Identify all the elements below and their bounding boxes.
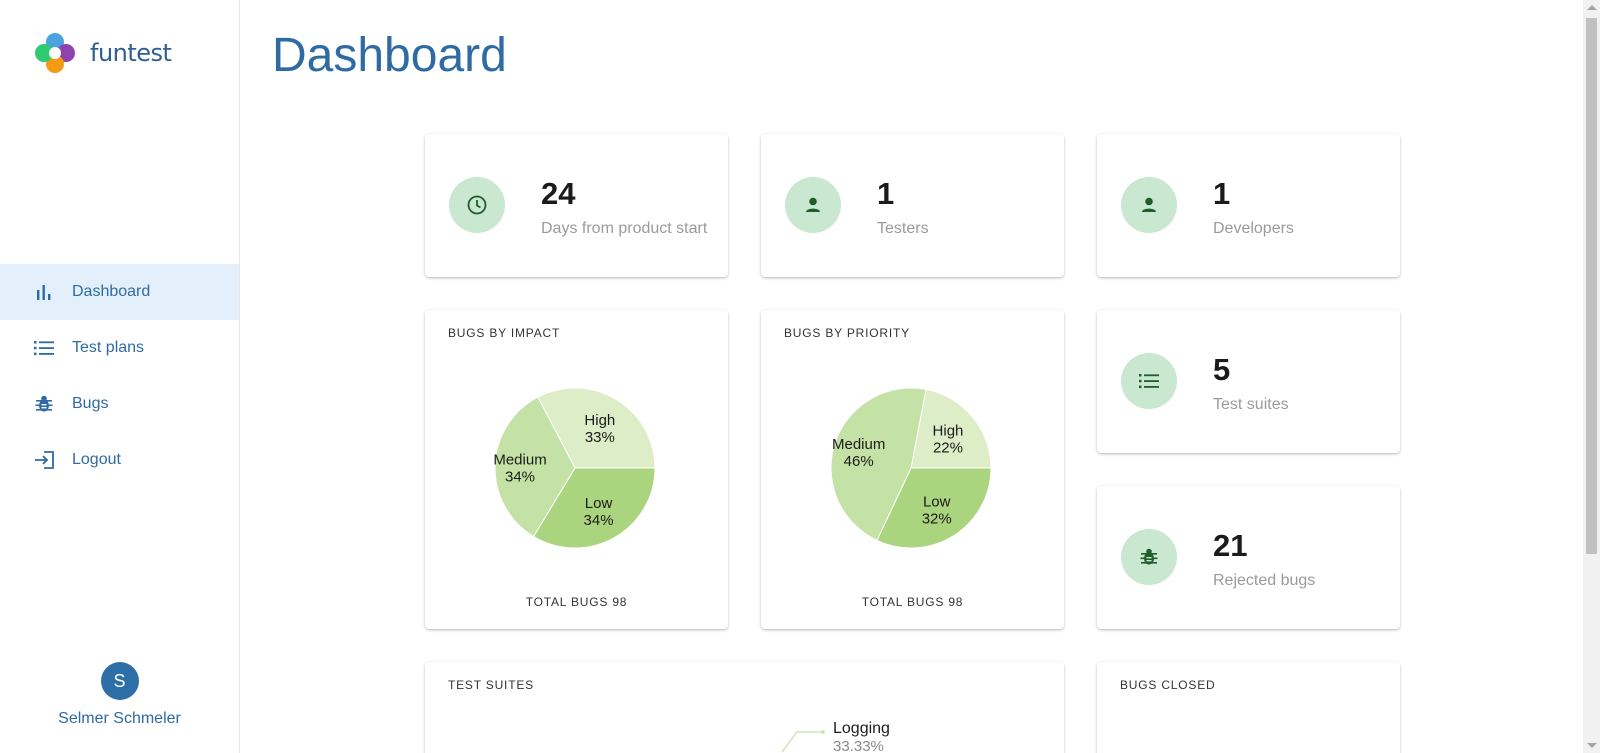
sidebar-item-label: Dashboard — [72, 283, 151, 300]
stat-card-testers: 1 Testers — [761, 134, 1064, 277]
stat-label: Rejected bugs — [1213, 572, 1316, 589]
sidebar-item-dashboard[interactable]: Dashboard — [0, 264, 239, 320]
bugs-closed-card: BUGS CLOSED — [1097, 662, 1400, 753]
card-title: BUGS CLOSED — [1120, 678, 1216, 692]
avatar[interactable]: S — [100, 662, 139, 700]
pie-label-medium: Medium — [493, 451, 546, 468]
user-profile[interactable]: S Selmer Schmeler — [0, 662, 239, 728]
sidebar-item-label: Bugs — [72, 395, 109, 412]
bar-chart-icon — [34, 282, 54, 302]
bug-icon — [1121, 529, 1177, 585]
callout-line — [781, 731, 823, 753]
stat-value: 1 — [877, 176, 895, 211]
scroll-down-arrow-icon[interactable] — [1587, 743, 1597, 748]
total-bugs: TOTAL BUGS 98 — [525, 595, 628, 609]
list-icon — [1121, 353, 1177, 409]
pie-value-medium: 46% — [844, 453, 874, 470]
sidebar: funtest Dashboard Test plans Bugs Logout — [0, 0, 240, 753]
sidebar-item-logout[interactable]: Logout — [0, 432, 239, 488]
bugs-by-impact-card: BUGS BY IMPACT High 33% Low 34% Medium 34% TO… — [425, 310, 728, 629]
page-title: Dashboard — [272, 29, 507, 82]
stat-label: Days from product start — [541, 220, 708, 237]
stat-card-test-suites: 5 Test suites — [1097, 310, 1400, 453]
scroll-up-arrow-icon[interactable] — [1587, 5, 1597, 10]
list-icon — [34, 338, 54, 358]
sidebar-item-label: Test plans — [72, 339, 145, 356]
pie-value-low: 32% — [922, 511, 952, 528]
card-title: BUGS BY PRIORITY — [784, 326, 910, 340]
stat-label: Developers — [1213, 220, 1294, 237]
scroll-thumb[interactable] — [1586, 18, 1597, 554]
person-icon — [1121, 177, 1177, 233]
callout-value: 33.33% — [833, 738, 884, 753]
pie-label-high: High — [584, 412, 615, 429]
card-title: BUGS BY IMPACT — [448, 326, 561, 340]
bugs-by-impact-chart: High33%Low34%Medium34% — [493, 387, 656, 549]
person-icon — [785, 177, 841, 233]
stat-value: 1 — [1213, 176, 1231, 211]
logo[interactable]: funtest — [32, 30, 172, 76]
sidebar-item-test-plans[interactable]: Test plans — [0, 320, 239, 376]
stat-card-developers: 1 Developers — [1097, 134, 1400, 277]
stat-label: Testers — [877, 220, 929, 237]
bugs-by-priority-card: BUGS BY PRIORITY High 22% Low 32% Medium 46% … — [761, 310, 1064, 629]
callout-dot — [821, 730, 825, 734]
pie-label-low: Low — [585, 495, 613, 512]
user-name: Selmer Schmeler — [58, 710, 181, 727]
logo-text: funtest — [90, 39, 172, 67]
scrollbar[interactable] — [1583, 0, 1600, 753]
bugs-by-priority-chart: High22% Low32% Medium46% — [830, 387, 992, 549]
pie-value-high: 33% — [585, 429, 615, 446]
pie-value-medium: 34% — [505, 468, 535, 485]
stat-card-rejected-bugs: 21 Rejected bugs — [1097, 486, 1400, 629]
sidebar-item-bugs[interactable]: Bugs — [0, 376, 239, 432]
stat-value: 24 — [541, 176, 576, 211]
sidebar-item-label: Logout — [72, 451, 121, 468]
pie-value-high: 22% — [933, 439, 963, 456]
funtest-logo-icon — [35, 33, 75, 73]
clock-icon — [449, 177, 505, 233]
logout-icon — [34, 450, 54, 470]
stat-card-days: 24 Days from product start — [425, 134, 728, 277]
callout-label: Logging — [833, 720, 890, 737]
stat-label: Test suites — [1213, 396, 1289, 413]
test-suites-chart: Logging 33.33% — [781, 720, 890, 753]
test-suites-card: TEST SUITES Logging 33.33% — [425, 662, 1064, 753]
pie-label-medium: Medium — [832, 436, 885, 453]
stat-value: 5 — [1213, 352, 1231, 387]
sidebar-nav: Dashboard Test plans Bugs Logout — [0, 264, 239, 488]
pie-label-low: Low — [923, 494, 951, 511]
bug-icon — [34, 394, 54, 414]
total-bugs: TOTAL BUGS 98 — [861, 595, 964, 609]
pie-value-low: 34% — [584, 512, 614, 529]
stat-value: 21 — [1213, 528, 1248, 563]
pie-label-high: High — [933, 422, 964, 439]
